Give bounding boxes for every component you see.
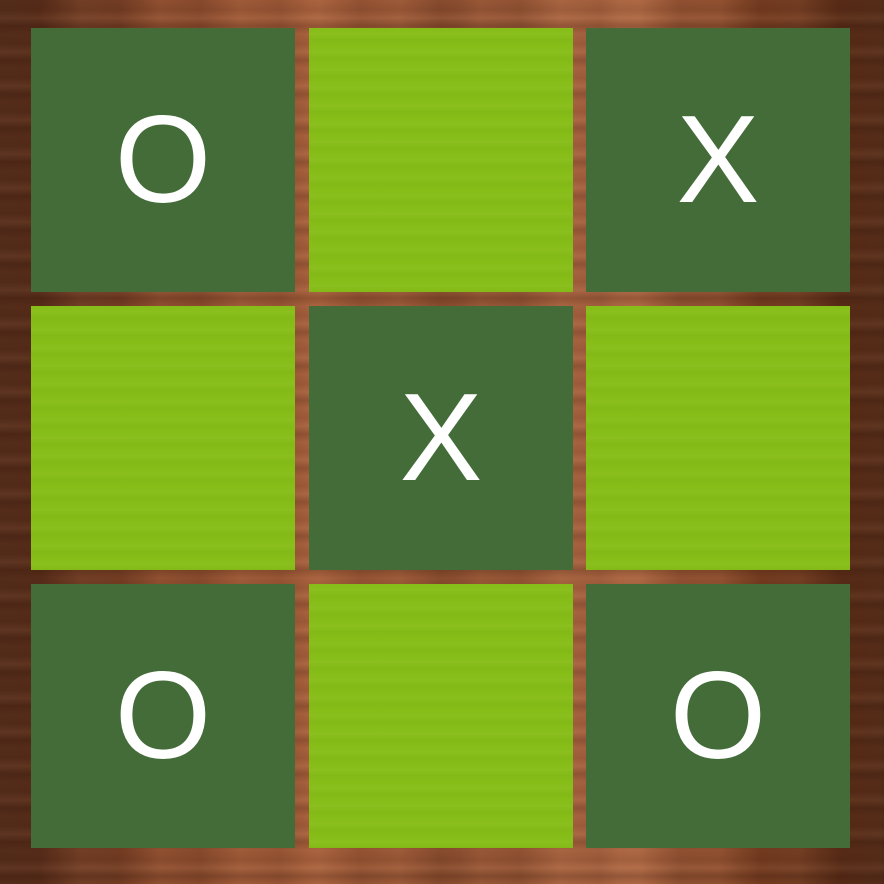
cell-2[interactable]: X bbox=[586, 28, 850, 292]
tic-tac-toe-board: O X X O O bbox=[0, 0, 884, 884]
cell-mark: O bbox=[114, 91, 212, 229]
cell-1[interactable] bbox=[309, 28, 573, 292]
cell-7[interactable] bbox=[309, 584, 573, 848]
cell-mark: X bbox=[399, 369, 483, 507]
cell-mark: X bbox=[676, 91, 760, 229]
cell-5[interactable] bbox=[586, 306, 850, 570]
cell-8[interactable]: O bbox=[586, 584, 850, 848]
cell-mark: O bbox=[114, 647, 212, 785]
cell-3[interactable] bbox=[31, 306, 295, 570]
cell-6[interactable]: O bbox=[31, 584, 295, 848]
cell-0[interactable]: O bbox=[31, 28, 295, 292]
cell-4[interactable]: X bbox=[309, 306, 573, 570]
cell-mark: O bbox=[669, 647, 767, 785]
